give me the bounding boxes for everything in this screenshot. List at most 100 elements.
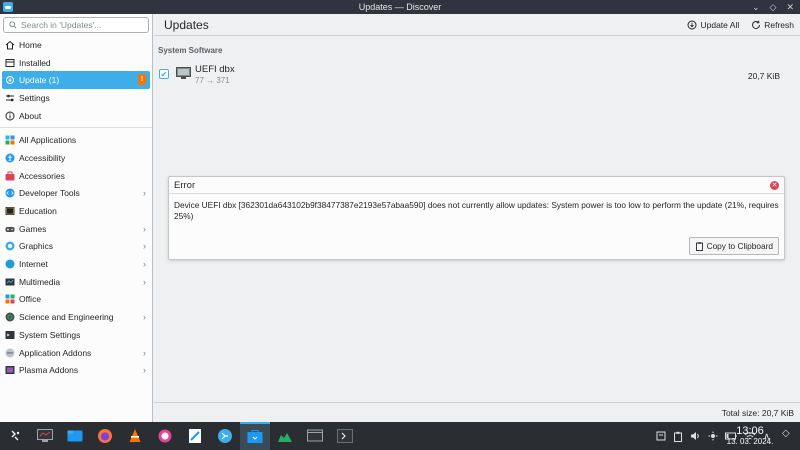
plasma-addons-icon (5, 365, 15, 375)
close-icon[interactable]: ✕ (770, 181, 779, 190)
category-label: Accessories (19, 170, 65, 181)
footer-bar: Total size: 20,7 KiB (154, 402, 800, 422)
category-education[interactable]: Education (0, 202, 152, 220)
sidebar-item-label: Installed (19, 57, 51, 68)
category-accessibility[interactable]: Accessibility (0, 149, 152, 167)
refresh-button[interactable]: Refresh (751, 20, 794, 30)
discover-icon (247, 430, 263, 443)
taskbar: ∧ 13:06 13. 03. 2024. ◇ (0, 422, 800, 450)
sidebar-item-home[interactable]: Home (0, 36, 152, 54)
sidebar-divider (0, 127, 152, 129)
clock-time: 13:06 (736, 425, 764, 437)
clock-date: 13. 03. 2024. (726, 437, 774, 446)
category-label: Multimedia (19, 276, 61, 287)
sidebar-item-settings[interactable]: Settings (0, 89, 152, 107)
category-multimedia[interactable]: Multimedia › (0, 273, 152, 291)
volume-icon[interactable] (690, 431, 701, 441)
category-games[interactable]: Games › (0, 220, 152, 238)
accessibility-icon (5, 153, 15, 163)
dialog-header: Error ✕ (169, 177, 784, 194)
sidebar-item-label: About (19, 110, 42, 121)
copy-button-label: Copy to Clipboard (706, 241, 773, 251)
clock[interactable]: 13:06 13. 03. 2024. (724, 425, 776, 447)
taskbar-discover[interactable] (240, 422, 270, 450)
terminal-icon (337, 429, 353, 443)
installed-icon (5, 58, 15, 68)
category-internet[interactable]: Internet › (0, 255, 152, 273)
graph-app-icon (278, 433, 292, 442)
sidebar-item-about[interactable]: About (0, 107, 152, 125)
education-icon (5, 206, 15, 216)
update-all-button[interactable]: Update All (687, 20, 739, 30)
update-warning-badge: ! (138, 74, 146, 86)
taskbar-document-app[interactable] (180, 422, 210, 450)
taskbar-app-circle[interactable] (150, 422, 180, 450)
clipboard-tray-icon[interactable] (673, 431, 683, 442)
category-science-and-engineering[interactable]: Science and Engineering › (0, 308, 152, 326)
copy-to-clipboard-button[interactable]: Copy to Clipboard (688, 237, 779, 255)
category-label: Office (19, 294, 42, 305)
sidebar-item-label: Home (19, 39, 42, 50)
maximize-button[interactable]: ◇ (770, 2, 777, 13)
category-office[interactable]: Office (0, 291, 152, 309)
sidebar-item-update[interactable]: Update (1) ! (2, 71, 150, 90)
update-all-label: Update All (700, 20, 740, 30)
update-checkbox[interactable]: ✔ (159, 69, 169, 79)
category-accessories[interactable]: Accessories (0, 167, 152, 185)
window-app-icon (307, 429, 323, 442)
accessories-icon (5, 171, 15, 181)
sidebar-item-installed[interactable]: Installed (0, 54, 152, 72)
category-system-settings[interactable]: System Settings (0, 326, 152, 344)
show-desktop-icon[interactable]: ◇ (782, 428, 796, 444)
kdeconnect-icon (218, 429, 232, 443)
games-icon (5, 224, 15, 234)
sidebar: Search in 'Updates'... Home Installed Up… (0, 14, 153, 422)
taskbar-window-app[interactable] (300, 422, 330, 450)
system-monitor-icon (37, 429, 53, 442)
category-application-addons[interactable]: Application Addons › (0, 344, 152, 362)
clipboard-icon (695, 241, 703, 251)
chevron-right-icon: › (143, 365, 146, 376)
settings-icon (5, 93, 15, 103)
taskbar-dolphin[interactable] (60, 422, 90, 450)
category-label: Plasma Addons (19, 365, 79, 376)
close-window-button[interactable]: ✕ (786, 2, 794, 13)
notes-icon[interactable] (656, 431, 666, 441)
taskbar-vlc[interactable] (120, 422, 150, 450)
category-all-applications[interactable]: All Applications (0, 131, 152, 149)
dialog-title: Error (174, 179, 196, 191)
office-icon (5, 294, 15, 304)
category-label: Science and Engineering (19, 312, 114, 323)
vlc-icon (129, 429, 141, 442)
minimize-button[interactable]: ⌄ (752, 2, 760, 13)
category-label: Developer Tools (19, 188, 80, 199)
category-plasma-addons[interactable]: Plasma Addons › (0, 361, 152, 379)
update-icon (5, 75, 15, 85)
about-icon (5, 111, 15, 121)
chevron-right-icon: › (143, 188, 146, 199)
refresh-icon (752, 20, 761, 29)
search-placeholder: Search in 'Updates'... (21, 20, 102, 30)
category-label: All Applications (19, 135, 77, 146)
application-launcher[interactable] (0, 422, 30, 450)
chevron-right-icon: › (143, 241, 146, 252)
sidebar-item-label: Settings (19, 92, 50, 103)
update-name: UEFI dbx (195, 64, 235, 75)
taskbar-kdeconnect[interactable] (210, 422, 240, 450)
all-applications-icon (5, 135, 15, 145)
home-icon (5, 40, 15, 50)
category-label: System Settings (19, 329, 81, 340)
category-label: Internet (19, 259, 48, 270)
science-icon (5, 312, 15, 322)
chevron-right-icon: › (143, 347, 146, 358)
taskbar-firefox[interactable] (90, 422, 120, 450)
internet-icon (5, 259, 15, 269)
taskbar-system-monitor[interactable] (30, 422, 60, 450)
category-graphics[interactable]: Graphics › (0, 238, 152, 256)
category-developer-tools[interactable]: Developer Tools › (0, 185, 152, 203)
update-list-item[interactable]: ✔ UEFI dbx 77 → 371 20,7 KiB (158, 64, 794, 88)
search-input[interactable]: Search in 'Updates'... (3, 17, 149, 33)
brightness-icon[interactable] (708, 431, 718, 441)
taskbar-monitor-graph[interactable] (270, 422, 300, 450)
taskbar-terminal[interactable] (330, 422, 360, 450)
